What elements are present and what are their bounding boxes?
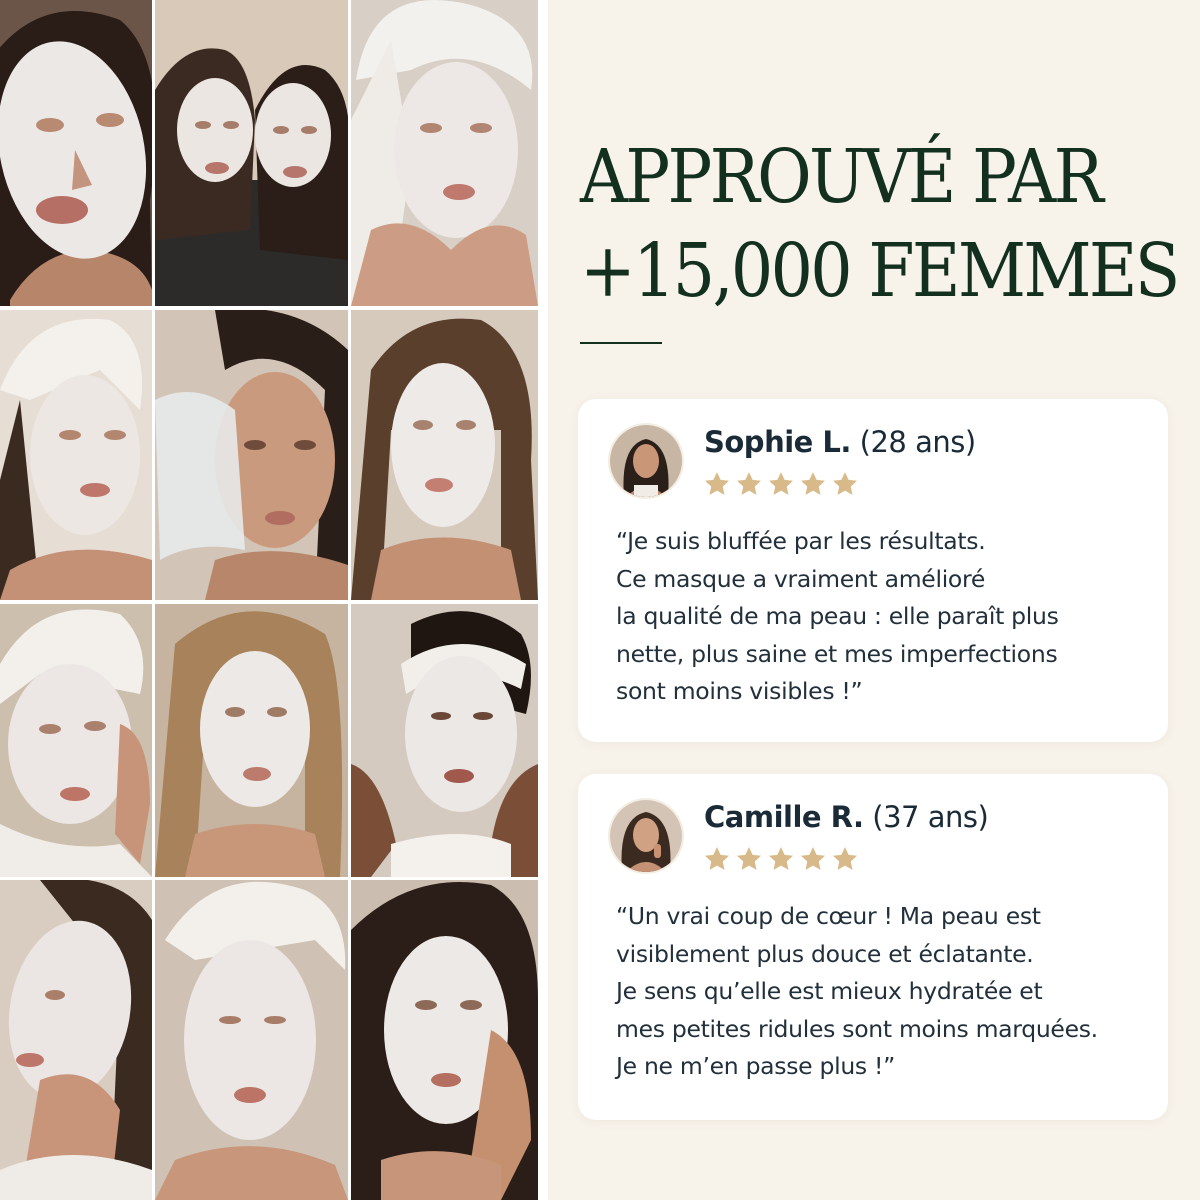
headline-line-1: APPROUVÉ PAR xyxy=(580,134,1104,220)
star-icon xyxy=(833,472,857,495)
star-icon xyxy=(737,472,761,495)
quote-line: Je ne m’en passe plus !” xyxy=(616,1052,896,1080)
review-card: Camille R. (37 ans) “Un vrai coup de cœu… xyxy=(578,774,1168,1120)
star-icon xyxy=(737,847,761,870)
star-icon xyxy=(705,847,729,870)
quote-line: “Un vrai coup de cœur ! Ma peau est xyxy=(616,902,1041,930)
photo-tile xyxy=(0,310,152,600)
photo-tile xyxy=(351,0,538,306)
photo-tile xyxy=(155,880,348,1200)
quote-line: mes petites ridules sont moins marquées. xyxy=(616,1014,1098,1043)
photo-tile xyxy=(0,604,152,877)
photo-tile xyxy=(0,0,152,306)
quote-line: la qualité de ma peau : elle paraît plus xyxy=(616,602,1059,630)
reviewer-age: (28 ans) xyxy=(859,425,977,459)
star-icon xyxy=(833,847,857,870)
avatar xyxy=(610,425,682,497)
quote-line: “Je suis bluffée par les résultats. xyxy=(616,527,986,555)
photo-tile xyxy=(155,604,348,877)
photo-tile xyxy=(351,310,538,600)
reviewer-age: (37 ans) xyxy=(872,800,989,834)
quote-line: Ce masque a vraiment amélioré xyxy=(616,564,985,593)
star-icon xyxy=(801,472,825,495)
photo-grid xyxy=(0,0,548,1200)
reviewer-name: Sophie L. (28 ans) xyxy=(704,425,976,459)
quote-line: nette, plus saine et mes imperfections xyxy=(616,639,1058,668)
photo-tile xyxy=(351,880,538,1200)
divider-rule xyxy=(580,342,662,344)
star-rating xyxy=(702,844,860,874)
testimonial-page: APPROUVÉ PAR +15,000 FEMMES Sophie L. (2… xyxy=(0,0,1200,1200)
star-icon xyxy=(705,472,729,495)
photo-tile xyxy=(155,310,348,600)
review-quote: “Je suis bluffée par les résultats. Ce m… xyxy=(616,523,1156,711)
photo-tile xyxy=(351,604,538,877)
star-icon xyxy=(769,472,793,495)
headline: APPROUVÉ PAR +15,000 FEMMES xyxy=(580,130,1180,318)
quote-line: Je sens qu’elle est mieux hydratée et xyxy=(616,977,1043,1005)
headline-line-2: +15,000 FEMMES xyxy=(580,228,1180,314)
reviewer-name-text: Sophie L. xyxy=(704,425,851,459)
star-icon xyxy=(769,847,793,870)
star-rating xyxy=(702,469,860,499)
reviewer-name-text: Camille R. xyxy=(704,800,864,834)
reviewer-name: Camille R. (37 ans) xyxy=(704,800,989,834)
quote-line: sont moins visibles !” xyxy=(616,677,863,705)
photo-tile xyxy=(155,0,348,306)
avatar xyxy=(610,800,682,872)
quote-line: visiblement plus douce et éclatante. xyxy=(616,939,1034,968)
review-quote: “Un vrai coup de cœur ! Ma peau est visi… xyxy=(616,898,1156,1086)
star-icon xyxy=(801,847,825,870)
review-card: Sophie L. (28 ans) “Je suis bluffée par … xyxy=(578,399,1168,742)
photo-tile xyxy=(0,880,152,1200)
